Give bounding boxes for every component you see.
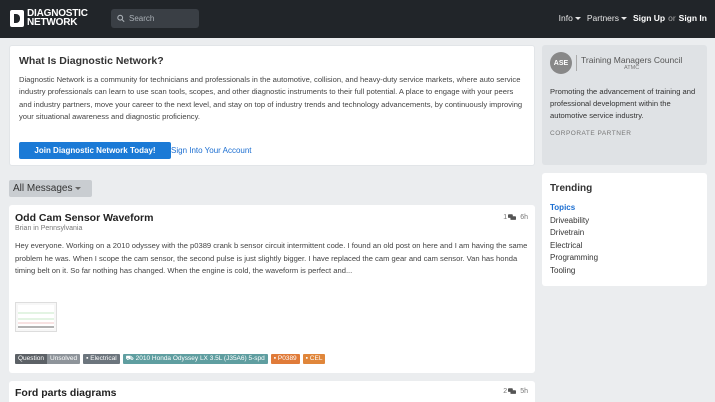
post-stats: 2 5h: [503, 388, 528, 395]
top-navbar: DIAGNOSTIC NETWORK Info Partners Sign Up…: [0, 0, 715, 38]
post-title[interactable]: Ford parts diagrams: [15, 387, 529, 399]
tag-category[interactable]: ▪ Electrical: [83, 354, 120, 364]
intro-card: What Is Diagnostic Network? Diagnostic N…: [9, 45, 535, 166]
search-box[interactable]: [111, 9, 199, 28]
tag-dtc-code[interactable]: ▪ P0389: [270, 354, 300, 364]
waveform-thumbnail[interactable]: [15, 302, 57, 332]
trending-item-topics[interactable]: Topics: [550, 202, 699, 215]
trending-item-electrical[interactable]: Electrical: [550, 240, 699, 253]
post-age: 6h: [520, 214, 528, 221]
search-icon: [117, 14, 125, 23]
reply-count: 1: [503, 214, 508, 221]
chevron-down-icon: [620, 16, 627, 20]
sponsor-abbrev: ATMC: [624, 65, 640, 71]
post-in-label: in: [33, 225, 39, 232]
logo-line-2: NETWORK: [27, 17, 78, 28]
signin-account-link[interactable]: Sign Into Your Account: [171, 146, 252, 155]
reply-count: 2: [503, 388, 508, 395]
trending-item-tooling[interactable]: Tooling: [550, 265, 699, 278]
post-age: 5h: [520, 388, 528, 395]
intro-text: Diagnostic Network is a community for te…: [19, 75, 523, 122]
comments-icon: [508, 388, 517, 394]
sponsor-card[interactable]: ASE Training Managers Council ATMC Promo…: [542, 45, 707, 165]
comments-icon: [508, 214, 517, 220]
tag-vehicle[interactable]: ⛟ 2010 Honda Odyssey LX 3.5L (J35A6) 5-s…: [122, 354, 268, 364]
trending-panel: Trending Topics Driveability Drivetrain …: [542, 173, 707, 286]
waveform-image-icon: [18, 305, 54, 329]
info-dropdown[interactable]: Info: [559, 13, 581, 23]
post-tags: Question Unsolved ▪ Electrical ⛟ 2010 Ho…: [15, 354, 326, 364]
partners-dropdown[interactable]: Partners: [587, 13, 627, 23]
chevron-down-icon: [574, 16, 581, 20]
or-text: or: [668, 13, 676, 23]
sponsor-label: CORPORATE PARTNER: [550, 130, 632, 137]
chevron-down-icon: [75, 187, 82, 190]
trending-title: Trending: [550, 183, 593, 194]
post-location: Pennsylvania: [40, 225, 83, 232]
post-author[interactable]: Brian: [15, 225, 31, 232]
post-stats: 1 6h: [503, 214, 528, 221]
sponsor-logo: ASE Training Managers Council ATMC: [550, 52, 699, 74]
trending-item-drivetrain[interactable]: Drivetrain: [550, 227, 699, 240]
ase-logo-icon: ASE: [550, 52, 572, 74]
filter-label: All Messages: [13, 183, 73, 194]
logo-icon: [10, 9, 24, 27]
top-nav: Info Partners Sign Up or Sign In: [559, 13, 707, 23]
post-excerpt: Hey everyone. Working on a 2010 odyssey …: [15, 241, 528, 276]
signup-link[interactable]: Sign Up: [633, 13, 665, 23]
sponsor-description: Promoting the advancement of training an…: [550, 87, 696, 120]
post-title[interactable]: Odd Cam Sensor Waveform: [15, 212, 529, 224]
question-status-tag[interactable]: Question Unsolved: [15, 354, 81, 364]
message-filter-dropdown[interactable]: All Messages: [9, 180, 92, 197]
post-card[interactable]: Odd Cam Sensor Waveform Brian in Pennsyl…: [9, 205, 535, 373]
signin-link[interactable]: Sign In: [679, 13, 707, 23]
search-input[interactable]: [129, 14, 199, 23]
sponsor-name: Training Managers Council: [581, 55, 683, 65]
post-card[interactable]: Ford parts diagrams 2 5h: [9, 381, 535, 402]
tag-status: Unsolved: [47, 354, 81, 364]
tag-cel[interactable]: ▪ CEL: [302, 354, 326, 364]
trending-list: Topics Driveability Drivetrain Electrica…: [550, 202, 699, 277]
join-button[interactable]: Join Diagnostic Network Today!: [19, 142, 171, 159]
intro-title: What Is Diagnostic Network?: [19, 55, 164, 67]
trending-item-driveability[interactable]: Driveability: [550, 215, 699, 228]
trending-item-programming[interactable]: Programming: [550, 252, 699, 265]
site-logo[interactable]: DIAGNOSTIC NETWORK: [10, 9, 88, 28]
post-meta: Brian in Pennsylvania: [15, 225, 529, 232]
tag-type: Question: [15, 354, 48, 364]
